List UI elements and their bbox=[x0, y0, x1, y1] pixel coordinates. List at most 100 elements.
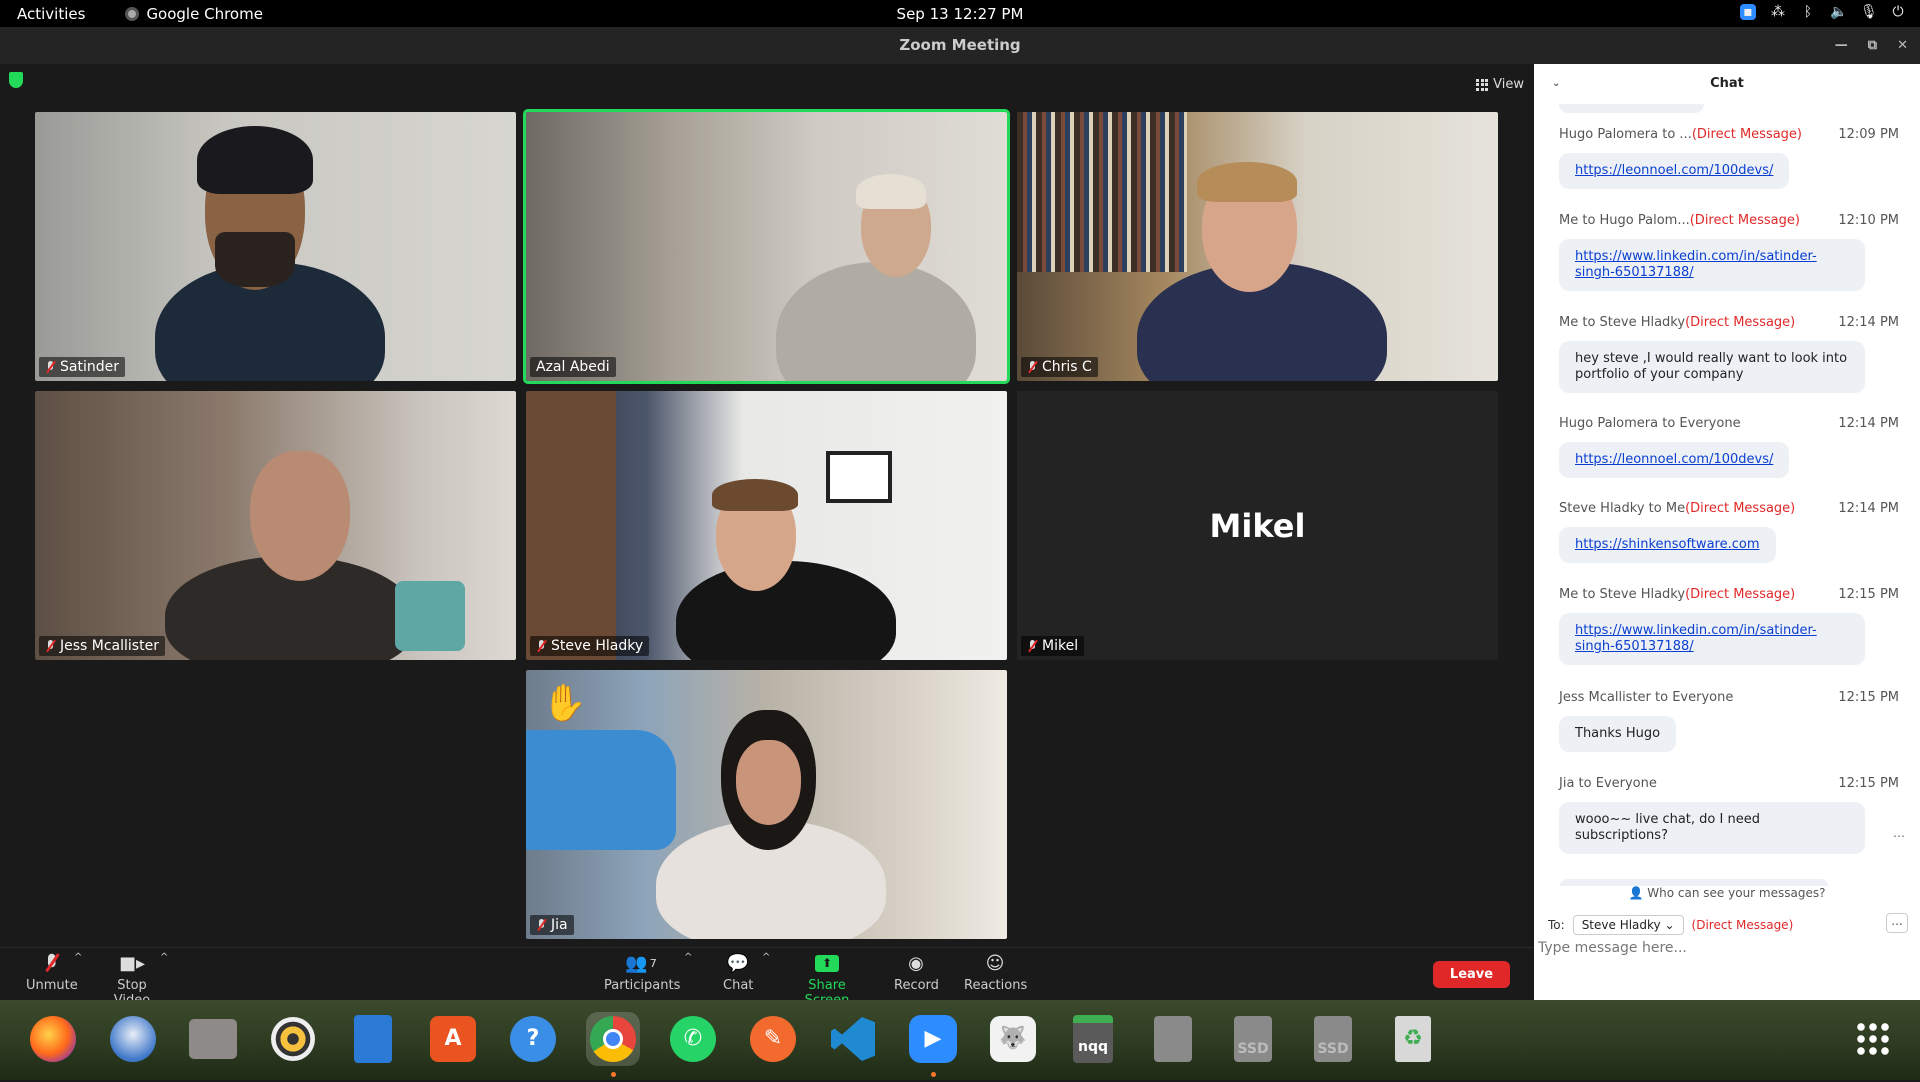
vscode-icon[interactable] bbox=[826, 1012, 880, 1066]
chat-bubble-icon: 💬 bbox=[726, 952, 750, 974]
direct-message-tag: (Direct Message) bbox=[1685, 315, 1796, 330]
help-icon[interactable]: ? bbox=[506, 1012, 560, 1066]
ssd-icon[interactable]: SSD bbox=[1306, 1012, 1360, 1066]
message-time: 12:14 PM bbox=[1838, 501, 1899, 516]
participant-name-tag: Jess Mcallister bbox=[39, 636, 165, 656]
audio-options-caret[interactable]: ^ bbox=[74, 952, 82, 963]
firefox-icon[interactable] bbox=[26, 1012, 80, 1066]
thunderbird-icon[interactable] bbox=[106, 1012, 160, 1066]
chat-button[interactable]: 💬 Chat bbox=[723, 952, 753, 994]
reactions-button[interactable]: ☺ Reactions bbox=[964, 952, 1027, 994]
app-grid-icon[interactable] bbox=[1846, 1012, 1900, 1066]
chrome-icon bbox=[125, 6, 140, 21]
zoom-tray-icon[interactable]: ▪ bbox=[1740, 4, 1756, 20]
message-bubble-partial bbox=[1559, 104, 1704, 113]
message-more-icon[interactable]: … bbox=[1893, 826, 1905, 840]
ssd-icon[interactable]: SSD bbox=[1226, 1012, 1280, 1066]
more-options-button[interactable]: ... bbox=[1886, 913, 1908, 933]
unmute-button[interactable]: Unmute bbox=[26, 952, 78, 993]
video-tile-chris-c[interactable]: Chris C bbox=[1017, 112, 1498, 381]
minimize-icon[interactable]: — bbox=[1835, 27, 1848, 64]
message-link[interactable]: https://leonnoel.com/100devs/ bbox=[1575, 452, 1773, 467]
message-bubble: https://leonnoel.com/100devs/ bbox=[1559, 153, 1790, 189]
participants-button[interactable]: 👥 7 Participants bbox=[604, 952, 680, 994]
activities-button[interactable]: Activities bbox=[17, 5, 85, 23]
app-center-icon[interactable]: A bbox=[426, 1012, 480, 1066]
chat-title: Chat bbox=[1710, 76, 1744, 91]
chat-message: Hugo Palomera to ...(Direct Message) 12:0… bbox=[1559, 127, 1899, 189]
mic-muted-icon bbox=[26, 952, 76, 974]
mic-muted-icon bbox=[45, 639, 55, 653]
power-icon[interactable]: ⏻ bbox=[1890, 4, 1906, 20]
chat-message-input[interactable] bbox=[1538, 940, 1908, 956]
participant-name-tag: Jia bbox=[530, 915, 574, 935]
chat-options-caret[interactable]: ^ bbox=[762, 952, 770, 963]
message-sender: Steve Hladky to Me bbox=[1559, 501, 1686, 516]
video-tile-jia[interactable]: ✋ Jia bbox=[526, 670, 1007, 939]
participant-display-name: Mikel bbox=[1209, 506, 1306, 545]
window-title: Zoom Meeting bbox=[899, 36, 1021, 54]
system-top-bar: Activities Google Chrome Sep 13 12:27 PM… bbox=[0, 0, 1920, 27]
participant-name-tag: Steve Hladky bbox=[530, 636, 650, 656]
microphone-icon[interactable]: 🎙 bbox=[1860, 4, 1878, 20]
pencil-app-icon[interactable]: ✎ bbox=[746, 1012, 800, 1066]
leave-button[interactable]: Leave bbox=[1433, 961, 1510, 988]
nqq-icon[interactable]: nqq bbox=[1066, 1012, 1120, 1066]
video-tile-steve-hladky[interactable]: Steve Hladky bbox=[526, 391, 1007, 660]
video-tile-satinder[interactable]: Satinder bbox=[35, 112, 516, 381]
disk-icon[interactable] bbox=[1146, 1012, 1200, 1066]
record-button[interactable]: ◉ Record bbox=[894, 952, 939, 994]
writer-icon[interactable] bbox=[346, 1012, 400, 1066]
message-sender: Me to Hugo Palom... bbox=[1559, 213, 1690, 228]
message-sender: Jess Mcallister to Everyone bbox=[1559, 690, 1734, 705]
rhythmbox-icon[interactable] bbox=[266, 1012, 320, 1066]
participants-icon: 👥 bbox=[625, 952, 648, 974]
bluetooth-icon[interactable]: ᛒ bbox=[1800, 4, 1816, 20]
view-label: View bbox=[1493, 77, 1524, 92]
message-sender: Me to Steve Hladky bbox=[1559, 587, 1686, 602]
shield-icon[interactable] bbox=[9, 72, 23, 88]
video-tile-mikel[interactable]: Mikel Mikel bbox=[1017, 391, 1498, 660]
chat-message: Hugo Palomera to Everyone 12:14 PM https:… bbox=[1559, 416, 1899, 478]
focused-app-name: Google Chrome bbox=[146, 4, 263, 23]
files-icon[interactable] bbox=[186, 1012, 240, 1066]
chat-message-list[interactable]: Hugo Palomera to ...(Direct Message) 12:0… bbox=[1534, 104, 1920, 886]
message-link[interactable]: https://www.linkedin.com/in/satinder-sin… bbox=[1575, 249, 1817, 280]
message-bubble: https://www.linkedin.com/in/satinder-sin… bbox=[1559, 239, 1865, 291]
chat-message: Me to Hugo Palom...(Direct Message) 12:10… bbox=[1559, 213, 1899, 291]
volume-icon[interactable]: 🔈 bbox=[1830, 4, 1847, 20]
video-options-caret[interactable]: ^ bbox=[160, 952, 168, 963]
message-sender: Jia to Everyone bbox=[1559, 776, 1657, 791]
message-link[interactable]: https://shinkensoftware.com bbox=[1575, 537, 1760, 552]
view-button[interactable]: View bbox=[1476, 77, 1524, 92]
focused-app-menu[interactable]: Google Chrome bbox=[125, 5, 263, 23]
record-icon: ◉ bbox=[908, 952, 924, 974]
restore-icon[interactable]: ⧉ bbox=[1868, 27, 1877, 64]
video-camera-icon: ■▸ bbox=[118, 952, 146, 974]
network-icon[interactable]: ⁂ bbox=[1770, 4, 1786, 20]
chat-message: Steve Hladky to Me(Direct Message) 12:14 … bbox=[1559, 501, 1899, 563]
chat-panel: ⌄ Chat Hugo Palomera to ...(Direct Messa… bbox=[1534, 64, 1920, 1000]
video-tile-azal-abedi[interactable]: Azal Abedi bbox=[523, 109, 1010, 384]
gimp-icon[interactable]: 🐺 bbox=[986, 1012, 1040, 1066]
person-icon: 👤 bbox=[1628, 886, 1644, 900]
who-can-see-link[interactable]: 👤 Who can see your messages? bbox=[1534, 886, 1920, 900]
chrome-icon[interactable] bbox=[586, 1012, 640, 1066]
close-icon[interactable]: ✕ bbox=[1897, 27, 1908, 64]
system-tray[interactable]: ▪ ⁂ ᛒ 🔈 🎙 ⏻ bbox=[1740, 4, 1906, 20]
zoom-icon[interactable]: ▶ bbox=[906, 1012, 960, 1066]
trash-icon[interactable]: ♻ bbox=[1386, 1012, 1440, 1066]
system-clock[interactable]: Sep 13 12:27 PM bbox=[0, 5, 1920, 23]
message-bubble: wooo~~ live chat, do I need subscription… bbox=[1559, 802, 1865, 854]
recipient-select[interactable]: Steve Hladky ⌄ bbox=[1572, 915, 1684, 935]
meeting-controls: Unmute ^ ■▸ Stop Video ^ 👥7 Participants… bbox=[0, 947, 1534, 1008]
message-time: 12:15 PM bbox=[1838, 776, 1899, 791]
message-link[interactable]: https://leonnoel.com/100devs/ bbox=[1575, 163, 1773, 178]
participants-options-caret[interactable]: ^ bbox=[684, 952, 692, 963]
chat-message: Me to Steve Hladky(Direct Message) 12:15 … bbox=[1559, 587, 1899, 665]
whatsapp-icon[interactable]: ✆ bbox=[666, 1012, 720, 1066]
video-tile-jess-mcallister[interactable]: Jess Mcallister bbox=[35, 391, 516, 660]
chevron-down-icon[interactable]: ⌄ bbox=[1552, 64, 1560, 104]
message-link[interactable]: https://www.linkedin.com/in/satinder-sin… bbox=[1575, 623, 1817, 654]
message-time: 12:14 PM bbox=[1838, 416, 1899, 431]
